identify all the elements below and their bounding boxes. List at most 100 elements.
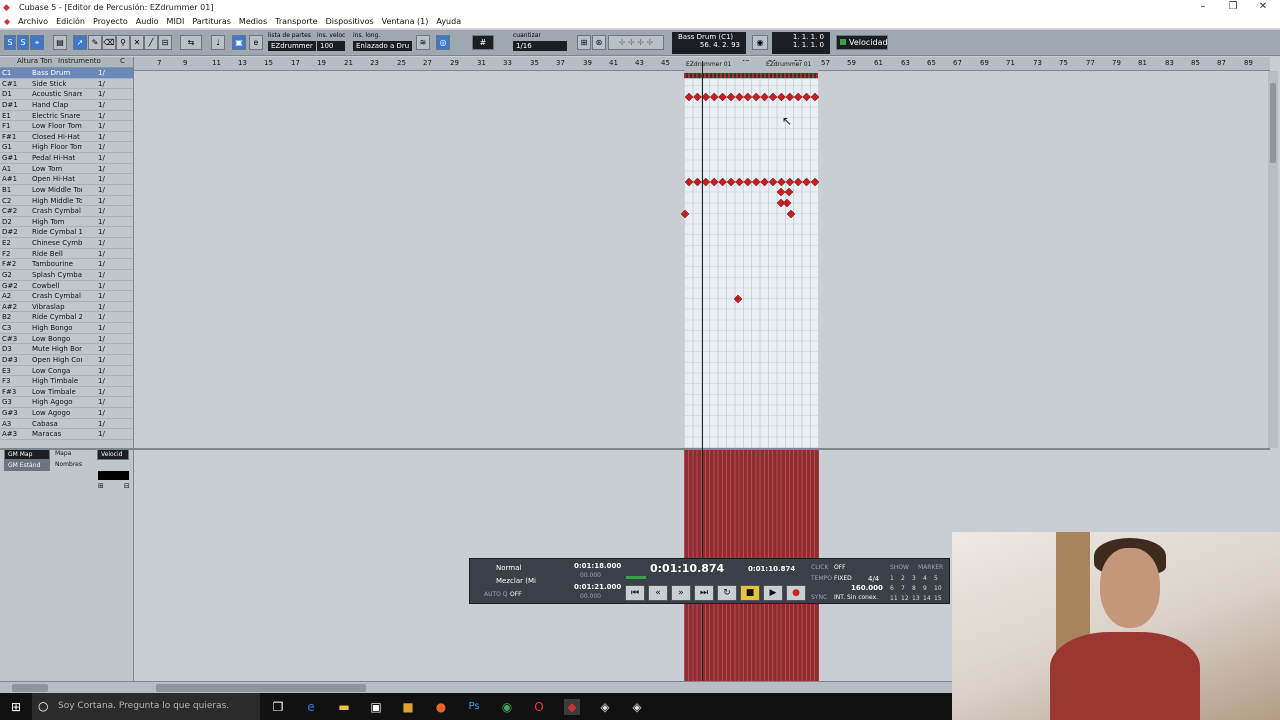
drum-note[interactable] — [735, 177, 744, 187]
show-label[interactable]: SHOW — [890, 564, 909, 571]
drum-note[interactable] — [726, 177, 736, 187]
secondary-time-display[interactable]: 0:01:10.874 — [748, 565, 795, 573]
primary-time-display[interactable]: 0:01:10.874 — [650, 562, 724, 575]
vertical-scrollbar[interactable] — [1268, 71, 1278, 448]
drum-note[interactable] — [680, 209, 690, 219]
task-view-icon[interactable]: ❐ — [270, 699, 286, 715]
drum-note[interactable] — [735, 92, 744, 102]
right-locator[interactable]: 0:01:21.000 — [574, 583, 621, 591]
drum-note[interactable] — [718, 92, 727, 102]
drum-note[interactable] — [743, 92, 753, 102]
drum-note[interactable] — [784, 187, 794, 197]
record-button[interactable]: ● — [786, 585, 806, 601]
folder-icon[interactable]: ■ — [400, 699, 416, 715]
windows-start-icon[interactable]: ⊞ — [8, 699, 24, 715]
drum-note[interactable] — [684, 177, 694, 187]
sync-state[interactable]: INT. Sin conex. — [834, 594, 878, 601]
drum-note[interactable] — [802, 177, 811, 187]
edge-icon[interactable]: e — [303, 699, 319, 715]
marker-button[interactable]: 15 — [934, 594, 945, 604]
marker-button[interactable]: 6 — [890, 584, 901, 594]
app-icon-2[interactable]: ◈ — [629, 699, 645, 715]
cortana-search[interactable]: ○ Soy Cortana. Pregunta lo que quieras. — [32, 693, 260, 720]
stop-button[interactable]: ■ — [740, 585, 760, 601]
marker-button[interactable]: 7 — [901, 584, 912, 594]
drum-note[interactable] — [768, 177, 778, 187]
kit-scroll-thumb[interactable] — [12, 684, 48, 692]
webcam-person-face — [1100, 548, 1160, 628]
marker-button[interactable]: 10 — [934, 584, 945, 594]
drum-note[interactable] — [693, 92, 702, 102]
drum-note[interactable] — [709, 177, 719, 187]
cycle-button[interactable]: ↻ — [717, 585, 737, 601]
drum-note[interactable] — [768, 92, 778, 102]
cortana-text: Soy Cortana. Pregunta lo que quieras. — [58, 701, 230, 711]
marker-button[interactable]: 12 — [901, 594, 912, 604]
drum-note[interactable] — [718, 177, 727, 187]
tempo-mode[interactable]: FIXED — [834, 575, 852, 582]
marker-button[interactable]: 2 — [901, 574, 912, 584]
drum-note[interactable] — [743, 177, 753, 187]
drum-note[interactable] — [701, 92, 711, 102]
drum-note[interactable] — [786, 209, 796, 219]
drum-note[interactable] — [785, 177, 795, 187]
go-to-end-button[interactable]: ⏭ — [694, 585, 714, 601]
marker-button[interactable]: 11 — [890, 594, 901, 604]
grid-scroll-thumb[interactable] — [156, 684, 366, 692]
chrome-icon[interactable]: ◉ — [499, 699, 515, 715]
drum-note[interactable] — [810, 92, 820, 102]
drum-note[interactable] — [751, 92, 761, 102]
play-button[interactable]: ▶ — [763, 585, 783, 601]
marker-button[interactable]: 4 — [923, 574, 934, 584]
rewind-button[interactable]: « — [648, 585, 668, 601]
drum-note[interactable] — [810, 177, 820, 187]
tempo-value[interactable]: 160.000 — [851, 584, 883, 592]
app-icon-1[interactable]: ◈ — [597, 699, 613, 715]
drum-note[interactable] — [777, 177, 786, 187]
drum-note[interactable] — [684, 92, 694, 102]
go-to-start-button[interactable]: ⏮ — [625, 585, 645, 601]
file-explorer-icon[interactable]: ▬ — [336, 699, 352, 715]
store-icon[interactable]: ▣ — [368, 699, 384, 715]
click-state[interactable]: OFF — [834, 564, 846, 571]
drum-note[interactable] — [777, 92, 786, 102]
webcam-person-shirt — [1050, 632, 1200, 720]
marker-button[interactable]: 3 — [912, 574, 923, 584]
drum-note[interactable] — [793, 177, 803, 187]
left-locator[interactable]: 0:01:18.000 — [574, 562, 621, 570]
marker-button[interactable]: 1 — [890, 574, 901, 584]
time-signature[interactable]: 4/4 — [868, 575, 879, 583]
drum-note[interactable] — [693, 177, 702, 187]
drum-note[interactable] — [760, 177, 769, 187]
position-slider[interactable] — [626, 576, 646, 579]
drum-note[interactable] — [793, 92, 803, 102]
drum-note[interactable] — [709, 92, 719, 102]
marker-button[interactable]: 13 — [912, 594, 923, 604]
auto-q-label: AUTO Q — [484, 591, 508, 598]
marker-button[interactable]: 8 — [912, 584, 923, 594]
marker-button[interactable]: 14 — [923, 594, 934, 604]
mode-normal[interactable]: Normal — [496, 564, 521, 572]
drum-note[interactable] — [802, 92, 811, 102]
drum-note[interactable] — [782, 198, 792, 208]
marker-button[interactable]: 5 — [934, 574, 945, 584]
drum-note[interactable] — [776, 187, 786, 197]
drum-note[interactable] — [726, 92, 736, 102]
firefox-icon[interactable]: ● — [433, 699, 449, 715]
vertical-scroll-thumb[interactable] — [1270, 83, 1276, 163]
drum-note[interactable] — [785, 92, 795, 102]
drum-note[interactable] — [751, 177, 761, 187]
forward-button[interactable]: » — [671, 585, 691, 601]
marker-button[interactable]: 9 — [923, 584, 934, 594]
cortana-icon: ○ — [38, 699, 49, 713]
photoshop-icon[interactable]: Ps — [466, 699, 482, 715]
opera-icon[interactable]: O — [531, 699, 547, 715]
auto-q-state[interactable]: OFF — [510, 591, 522, 598]
drum-note[interactable] — [733, 294, 743, 304]
mix-mode[interactable]: Mezclar (Mi — [496, 577, 536, 585]
cubase-taskbar-icon[interactable]: ◆ — [564, 699, 580, 715]
drum-note[interactable] — [760, 92, 769, 102]
marker-label[interactable]: MARKER — [918, 564, 943, 571]
click-label: CLICK — [811, 564, 829, 571]
drum-note[interactable] — [701, 177, 711, 187]
